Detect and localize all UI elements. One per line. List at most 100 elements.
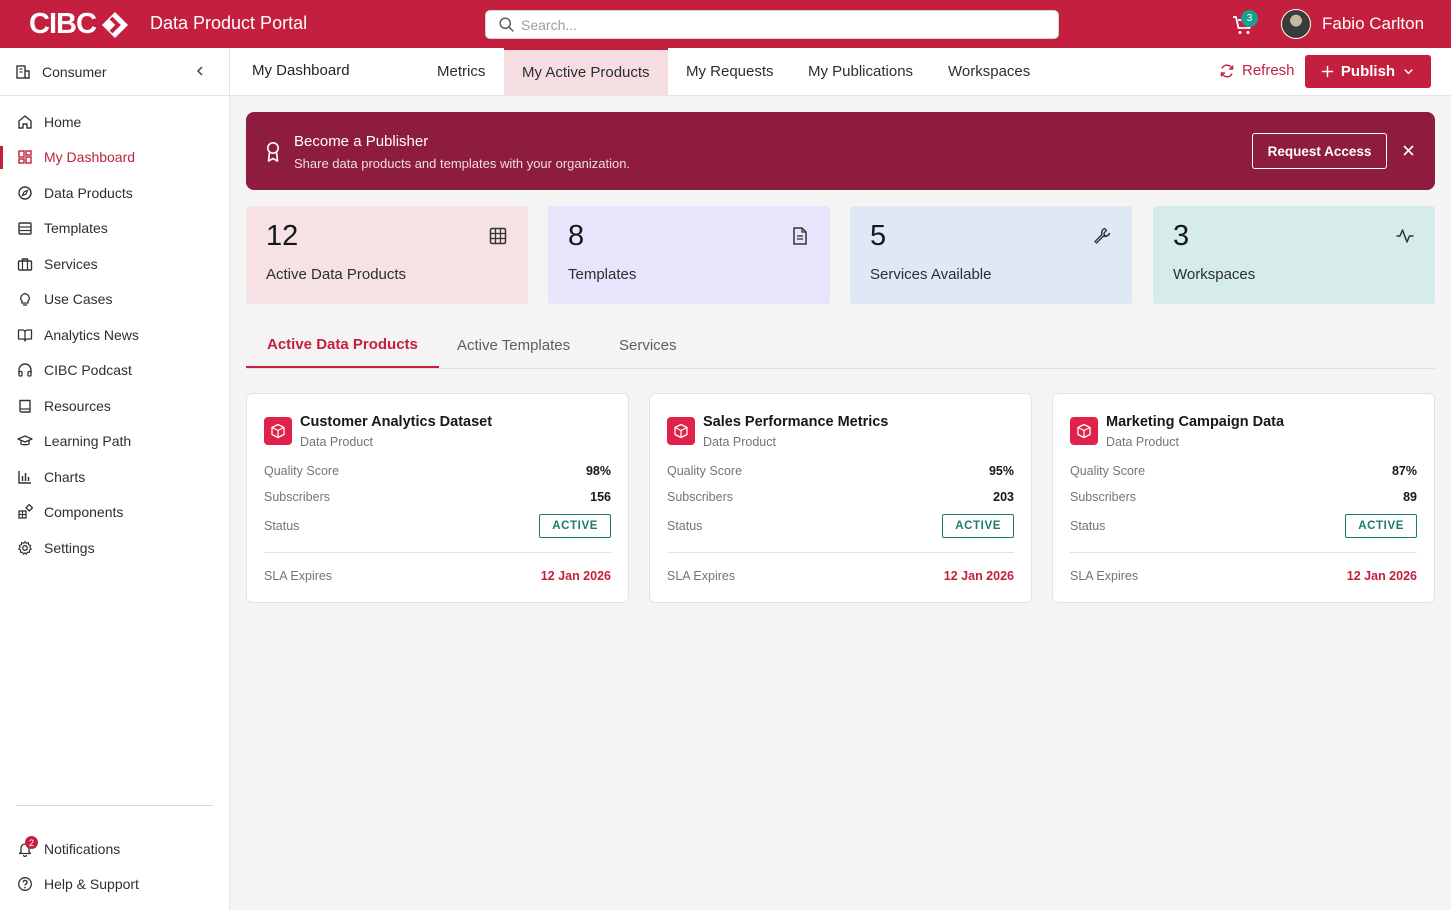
sidebar-item-resources[interactable]: Resources <box>0 388 229 424</box>
sidebar-item-cibc-podcast[interactable]: CIBC Podcast <box>0 353 229 389</box>
page-title: My Dashboard <box>252 62 350 79</box>
sla-label: SLA Expires <box>264 569 333 583</box>
status-badge: ACTIVE <box>1345 514 1417 538</box>
request-access-button[interactable]: Request Access <box>1252 133 1387 169</box>
logo-text: CIBC <box>29 8 97 40</box>
subscribers-label: Subscribers <box>667 490 733 504</box>
sidebar-item-my-dashboard[interactable]: My Dashboard <box>0 140 229 176</box>
help-circle-icon <box>18 877 32 892</box>
tab-metrics[interactable]: Metrics <box>419 48 503 95</box>
stat-card-services-available[interactable]: 5 Services Available <box>850 206 1132 304</box>
sidebar-item-help-support[interactable]: Help & Support <box>0 867 229 903</box>
tab-active-templates[interactable]: Active Templates <box>436 322 591 368</box>
sidebar-item-home[interactable]: Home <box>0 104 229 140</box>
stat-card-workspaces[interactable]: 3 Workspaces <box>1153 206 1435 304</box>
sidebar-item-settings[interactable]: Settings <box>0 530 229 566</box>
product-card[interactable]: Customer Analytics Dataset Data Product … <box>246 393 629 603</box>
sidebar-item-data-products[interactable]: Data Products <box>0 175 229 211</box>
sidebar-item-components[interactable]: Components <box>0 495 229 531</box>
sidebar-item-label: Analytics News <box>44 326 139 343</box>
product-card[interactable]: Marketing Campaign Data Data Product Qua… <box>1052 393 1435 603</box>
sidebar-item-charts[interactable]: Charts <box>0 459 229 495</box>
quality-row: Quality Score 98% <box>264 464 611 478</box>
stat-label: Services Available <box>870 266 992 283</box>
quality-value: 95% <box>988 464 1014 478</box>
stat-label: Workspaces <box>1173 266 1256 283</box>
compass-icon <box>18 186 32 200</box>
sidebar-item-notifications[interactable]: 2 Notifications <box>0 831 229 867</box>
search-bar[interactable] <box>485 10 1059 39</box>
status-badge: ACTIVE <box>539 514 611 538</box>
tab-my-requests[interactable]: My Requests <box>668 48 792 95</box>
publisher-banner: Become a Publisher Share data products a… <box>246 112 1435 190</box>
search-icon <box>499 17 514 32</box>
refresh-button[interactable]: Refresh <box>1219 62 1295 79</box>
card-divider <box>264 552 611 553</box>
book-open-icon <box>17 329 33 342</box>
sidebar-item-label: CIBC Podcast <box>44 362 132 379</box>
user-name[interactable]: Fabio Carlton <box>1322 14 1424 34</box>
stat-card-templates[interactable]: 8 Templates <box>548 206 830 304</box>
chevron-left-icon[interactable] <box>193 64 207 78</box>
quality-value: 87% <box>1391 464 1417 478</box>
user-avatar[interactable] <box>1281 9 1311 39</box>
subscribers-row: Subscribers 203 <box>667 490 1014 504</box>
tab-my-active-products[interactable]: My Active Products <box>504 48 668 95</box>
sidebar-item-label: Settings <box>44 539 95 556</box>
quality-value: 98% <box>585 464 611 478</box>
quality-row: Quality Score 95% <box>667 464 1014 478</box>
stat-label: Active Data Products <box>266 266 407 283</box>
tab-active-data-products[interactable]: Active Data Products <box>246 322 439 368</box>
sidebar-item-label: My Dashboard <box>44 149 136 166</box>
sla-row: SLA Expires 12 Jan 2026 <box>264 569 611 583</box>
close-icon[interactable] <box>1401 143 1416 158</box>
product-title[interactable]: Marketing Campaign Data <box>1106 414 1284 430</box>
subscribers-value: 156 <box>590 490 611 504</box>
status-label: Status <box>1070 519 1106 533</box>
publish-button[interactable]: Publish <box>1305 55 1431 88</box>
sidebar-item-use-cases[interactable]: Use Cases <box>0 282 229 318</box>
sla-date: 12 Jan 2026 <box>943 569 1014 583</box>
product-card[interactable]: Sales Performance Metrics Data Product Q… <box>649 393 1032 603</box>
document-icon <box>793 227 807 245</box>
card-divider <box>667 552 1014 553</box>
sidebar: Consumer Home My Dashboard Data Products… <box>0 48 230 910</box>
status-label: Status <box>667 519 703 533</box>
subscribers-value: 89 <box>1403 490 1417 504</box>
quality-label: Quality Score <box>264 464 340 478</box>
sidebar-item-label: Charts <box>44 468 86 485</box>
chevron-down-icon <box>1404 69 1413 75</box>
sidebar-item-label: Learning Path <box>44 433 132 450</box>
stat-value: 8 <box>568 220 585 252</box>
status-badge: ACTIVE <box>942 514 1014 538</box>
sidebar-item-analytics-news[interactable]: Analytics News <box>0 317 229 353</box>
sidebar-nav: Home My Dashboard Data Products Template… <box>0 96 229 566</box>
persona-switcher[interactable]: Consumer <box>0 48 229 96</box>
subscribers-value: 203 <box>993 490 1014 504</box>
sidebar-item-services[interactable]: Services <box>0 246 229 282</box>
tab-services[interactable]: Services <box>598 322 698 368</box>
sidebar-bottom: 2 Notifications Help & Support <box>0 831 229 902</box>
sidebar-item-learning-path[interactable]: Learning Path <box>0 424 229 460</box>
subscribers-row: Subscribers 89 <box>1070 490 1417 504</box>
search-input[interactable] <box>521 16 1041 33</box>
status-row: Status ACTIVE <box>1070 514 1417 538</box>
product-title[interactable]: Sales Performance Metrics <box>703 414 888 430</box>
grid-icon <box>18 150 32 164</box>
quality-label: Quality Score <box>667 464 743 478</box>
cibc-logo[interactable]: CIBC <box>29 8 131 41</box>
product-title[interactable]: Customer Analytics Dataset <box>300 414 492 430</box>
cabinet-icon <box>18 222 32 235</box>
sidebar-item-templates[interactable]: Templates <box>0 211 229 247</box>
tab-my-publications[interactable]: My Publications <box>790 48 931 95</box>
lightbulb-icon <box>20 293 30 306</box>
refresh-icon <box>1220 63 1234 78</box>
stat-value: 3 <box>1173 220 1190 252</box>
stat-card-active-data-products[interactable]: 12 Active Data Products <box>246 206 528 304</box>
banner-subtitle: Share data products and templates with y… <box>294 156 631 171</box>
cart-count-badge: 3 <box>1241 10 1258 27</box>
sidebar-item-label: Services <box>44 255 98 272</box>
app-title: Data Product Portal <box>150 13 308 33</box>
sidebar-item-label: Notifications <box>44 840 121 857</box>
tab-workspaces[interactable]: Workspaces <box>930 48 1048 95</box>
